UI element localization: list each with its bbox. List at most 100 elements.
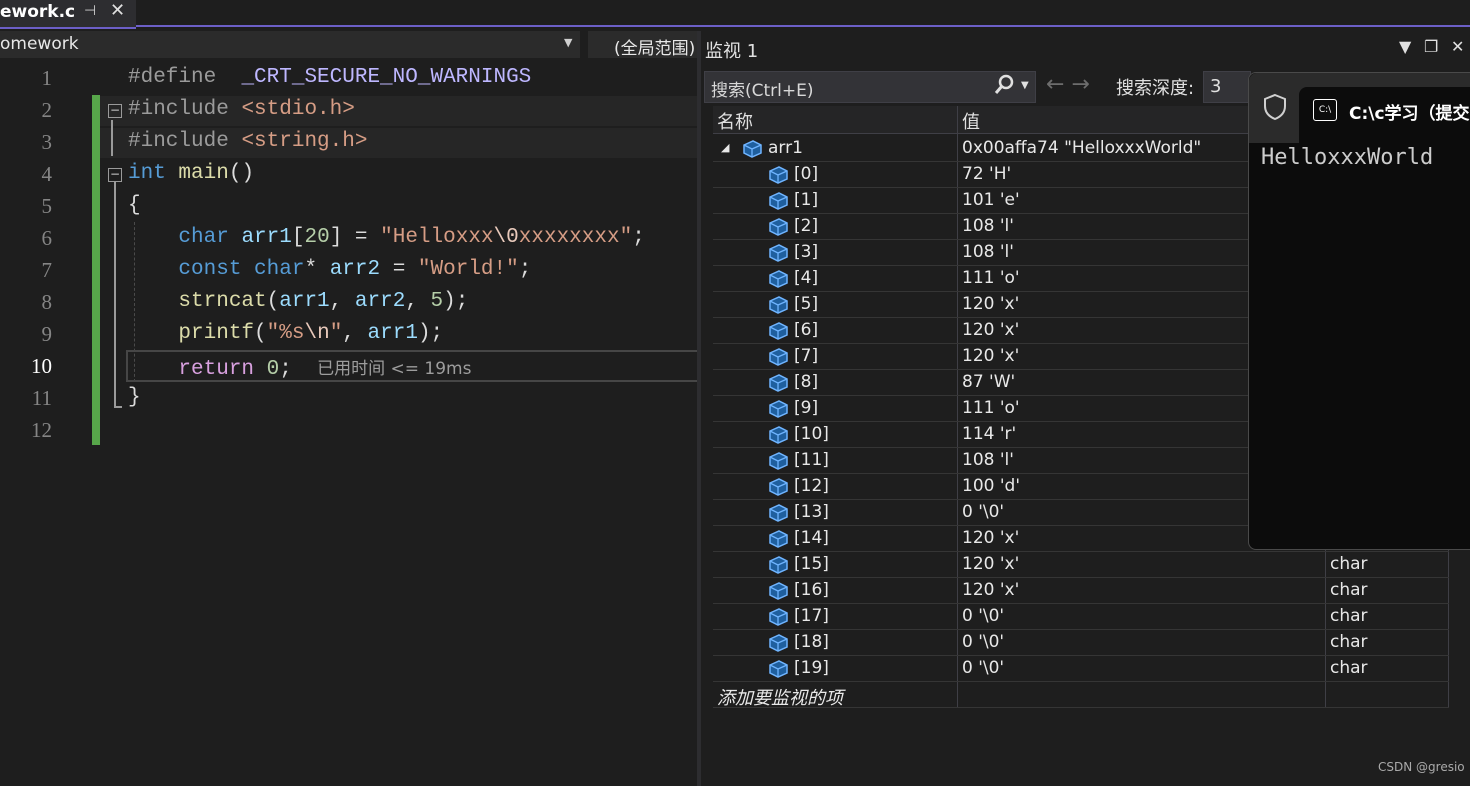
watch-item-value[interactable]: 111 'o' bbox=[962, 268, 1020, 288]
line-number: 5 bbox=[41, 194, 53, 218]
watch-item-value[interactable]: 120 'x' bbox=[962, 580, 1019, 600]
maximize-icon[interactable]: ❐ bbox=[1424, 37, 1438, 56]
watch-item-name: [5] bbox=[794, 294, 819, 314]
search-depth-label: 搜索深度: bbox=[1116, 78, 1195, 99]
watch-item-value[interactable]: 0 '\0' bbox=[962, 502, 1004, 522]
code-line-8: strncat(arr1, arr2, 5); bbox=[178, 290, 469, 313]
pin-icon[interactable]: ⊣ bbox=[84, 3, 96, 19]
watch-item-type: char bbox=[1330, 632, 1368, 652]
current-line-box bbox=[126, 350, 700, 382]
expand-triangle-icon[interactable]: ◢ bbox=[721, 141, 729, 154]
variable-cube-icon bbox=[769, 634, 788, 652]
watch-item-value[interactable]: 87 'W' bbox=[962, 372, 1015, 392]
watch-row[interactable]: [17] 0 '\0' char bbox=[713, 603, 1449, 630]
scope-dropdown[interactable]: (全局范围) bbox=[588, 31, 700, 59]
chevron-down-icon[interactable]: ▼ bbox=[1021, 80, 1029, 91]
watch-item-value[interactable]: 108 'l' bbox=[962, 216, 1014, 236]
search-depth-value: 3 bbox=[1210, 76, 1222, 97]
watch-item-value[interactable]: 72 'H' bbox=[962, 164, 1011, 184]
watch-item-name: [19] bbox=[794, 658, 829, 678]
search-depth-select[interactable]: 3 bbox=[1203, 71, 1251, 103]
column-header-name[interactable]: 名称 bbox=[717, 108, 753, 134]
watch-item-name: [8] bbox=[794, 372, 819, 392]
column-header-value[interactable]: 值 bbox=[962, 108, 980, 134]
watch-row[interactable]: [19] 0 '\0' char bbox=[713, 655, 1449, 682]
watch-item-name: [0] bbox=[794, 164, 819, 184]
fold-line bbox=[114, 182, 116, 406]
watch-item-value[interactable]: 120 'x' bbox=[962, 528, 1019, 548]
watch-item-value[interactable]: 0 '\0' bbox=[962, 606, 1004, 626]
search-nav-arrows[interactable]: ← → bbox=[1046, 72, 1090, 97]
variable-cube-icon bbox=[769, 296, 788, 314]
line-number: 3 bbox=[41, 130, 53, 154]
watch-item-value[interactable]: 108 'l' bbox=[962, 242, 1014, 262]
watch-item-name: arr1 bbox=[768, 138, 803, 158]
code-line-3: #include <string.h> bbox=[128, 130, 368, 153]
watch-item-value[interactable]: 0 '\0' bbox=[962, 632, 1004, 652]
variable-cube-icon bbox=[769, 374, 788, 392]
console-window[interactable]: C:\ C:\c学习（提交 HelloxxxWorld bbox=[1248, 72, 1470, 550]
watch-item-value[interactable]: 101 'e' bbox=[962, 190, 1020, 210]
watch-item-value[interactable]: 120 'x' bbox=[962, 346, 1019, 366]
console-output: HelloxxxWorld bbox=[1261, 145, 1434, 170]
scope-dropdown-label: (全局范围) bbox=[614, 39, 696, 59]
variable-cube-icon bbox=[769, 478, 788, 496]
variable-cube-icon bbox=[769, 270, 788, 288]
watch-item-name: [6] bbox=[794, 320, 819, 340]
watch-item-name: [16] bbox=[794, 580, 829, 600]
watch-item-value[interactable]: 0 '\0' bbox=[962, 658, 1004, 678]
watch-item-value[interactable]: 108 'l' bbox=[962, 450, 1014, 470]
add-watch-row[interactable]: 添加要监视的项 bbox=[713, 681, 1449, 710]
watch-item-value[interactable]: 120 'x' bbox=[962, 294, 1019, 314]
add-watch-item-label[interactable]: 添加要监视的项 bbox=[717, 684, 843, 710]
variable-cube-icon bbox=[769, 582, 788, 600]
line-number: 8 bbox=[41, 290, 53, 314]
line-number: 2 bbox=[41, 98, 53, 122]
console-tab[interactable]: C:\ C:\c学习（提交 bbox=[1299, 87, 1470, 145]
code-editor[interactable]: 1 2 3 4 5 6 7 8 9 10 11 12 − − #define _… bbox=[0, 62, 697, 786]
watch-item-name: [12] bbox=[794, 476, 829, 496]
variable-cube-icon bbox=[769, 244, 788, 262]
terminal-icon: C:\ bbox=[1313, 99, 1337, 121]
variable-cube-icon bbox=[769, 192, 788, 210]
change-margin-bar bbox=[92, 95, 100, 445]
watch-item-type: char bbox=[1330, 554, 1368, 574]
editor-tab-name: ework.c bbox=[0, 2, 76, 22]
collapse-icon[interactable]: − bbox=[108, 168, 122, 182]
watch-item-value[interactable]: 0x00affa74 "HelloxxxWorld" bbox=[962, 138, 1201, 158]
code-line-5: { bbox=[128, 194, 141, 217]
watch-item-name: [4] bbox=[794, 268, 819, 288]
watch-item-name: [13] bbox=[794, 502, 829, 522]
watch-search-input[interactable]: 搜索(Ctrl+E) ▼ bbox=[704, 71, 1036, 103]
watch-item-name: [1] bbox=[794, 190, 819, 210]
watch-item-name: [9] bbox=[794, 398, 819, 418]
dropdown-icon[interactable]: ▼ bbox=[1399, 37, 1411, 56]
watch-item-value[interactable]: 111 'o' bbox=[962, 398, 1020, 418]
watch-item-name: [2] bbox=[794, 216, 819, 236]
watch-item-name: [3] bbox=[794, 242, 819, 262]
watch-row[interactable]: [18] 0 '\0' char bbox=[713, 629, 1449, 656]
chevron-down-icon: ▼ bbox=[564, 36, 573, 49]
line-number: 6 bbox=[41, 226, 53, 250]
watch-row[interactable]: [16] 120 'x' char bbox=[713, 577, 1449, 604]
editor-tab[interactable]: ework.c ⊣ ✕ bbox=[0, 0, 136, 29]
watch-item-value[interactable]: 114 'r' bbox=[962, 424, 1016, 444]
watch-item-value[interactable]: 120 'x' bbox=[962, 320, 1019, 340]
project-dropdown[interactable]: omework ▼ bbox=[0, 31, 580, 58]
collapse-icon[interactable]: − bbox=[108, 104, 122, 118]
variable-cube-icon bbox=[769, 322, 788, 340]
code-line-11: } bbox=[128, 386, 141, 409]
code-line-2: #include <stdio.h> bbox=[128, 98, 355, 121]
close-icon[interactable]: ✕ bbox=[1451, 37, 1464, 56]
watch-item-type: char bbox=[1330, 606, 1368, 626]
close-tab-icon[interactable]: ✕ bbox=[110, 0, 125, 21]
variable-cube-icon bbox=[769, 556, 788, 574]
watch-item-value[interactable]: 120 'x' bbox=[962, 554, 1019, 574]
console-tab-bar: C:\ C:\c学习（提交 bbox=[1249, 73, 1470, 145]
search-icon[interactable] bbox=[993, 74, 1015, 101]
watch-item-name: [10] bbox=[794, 424, 829, 444]
fold-line bbox=[111, 120, 113, 156]
variable-cube-icon bbox=[769, 218, 788, 236]
watch-row[interactable]: [15] 120 'x' char bbox=[713, 551, 1449, 578]
watch-item-value[interactable]: 100 'd' bbox=[962, 476, 1020, 496]
